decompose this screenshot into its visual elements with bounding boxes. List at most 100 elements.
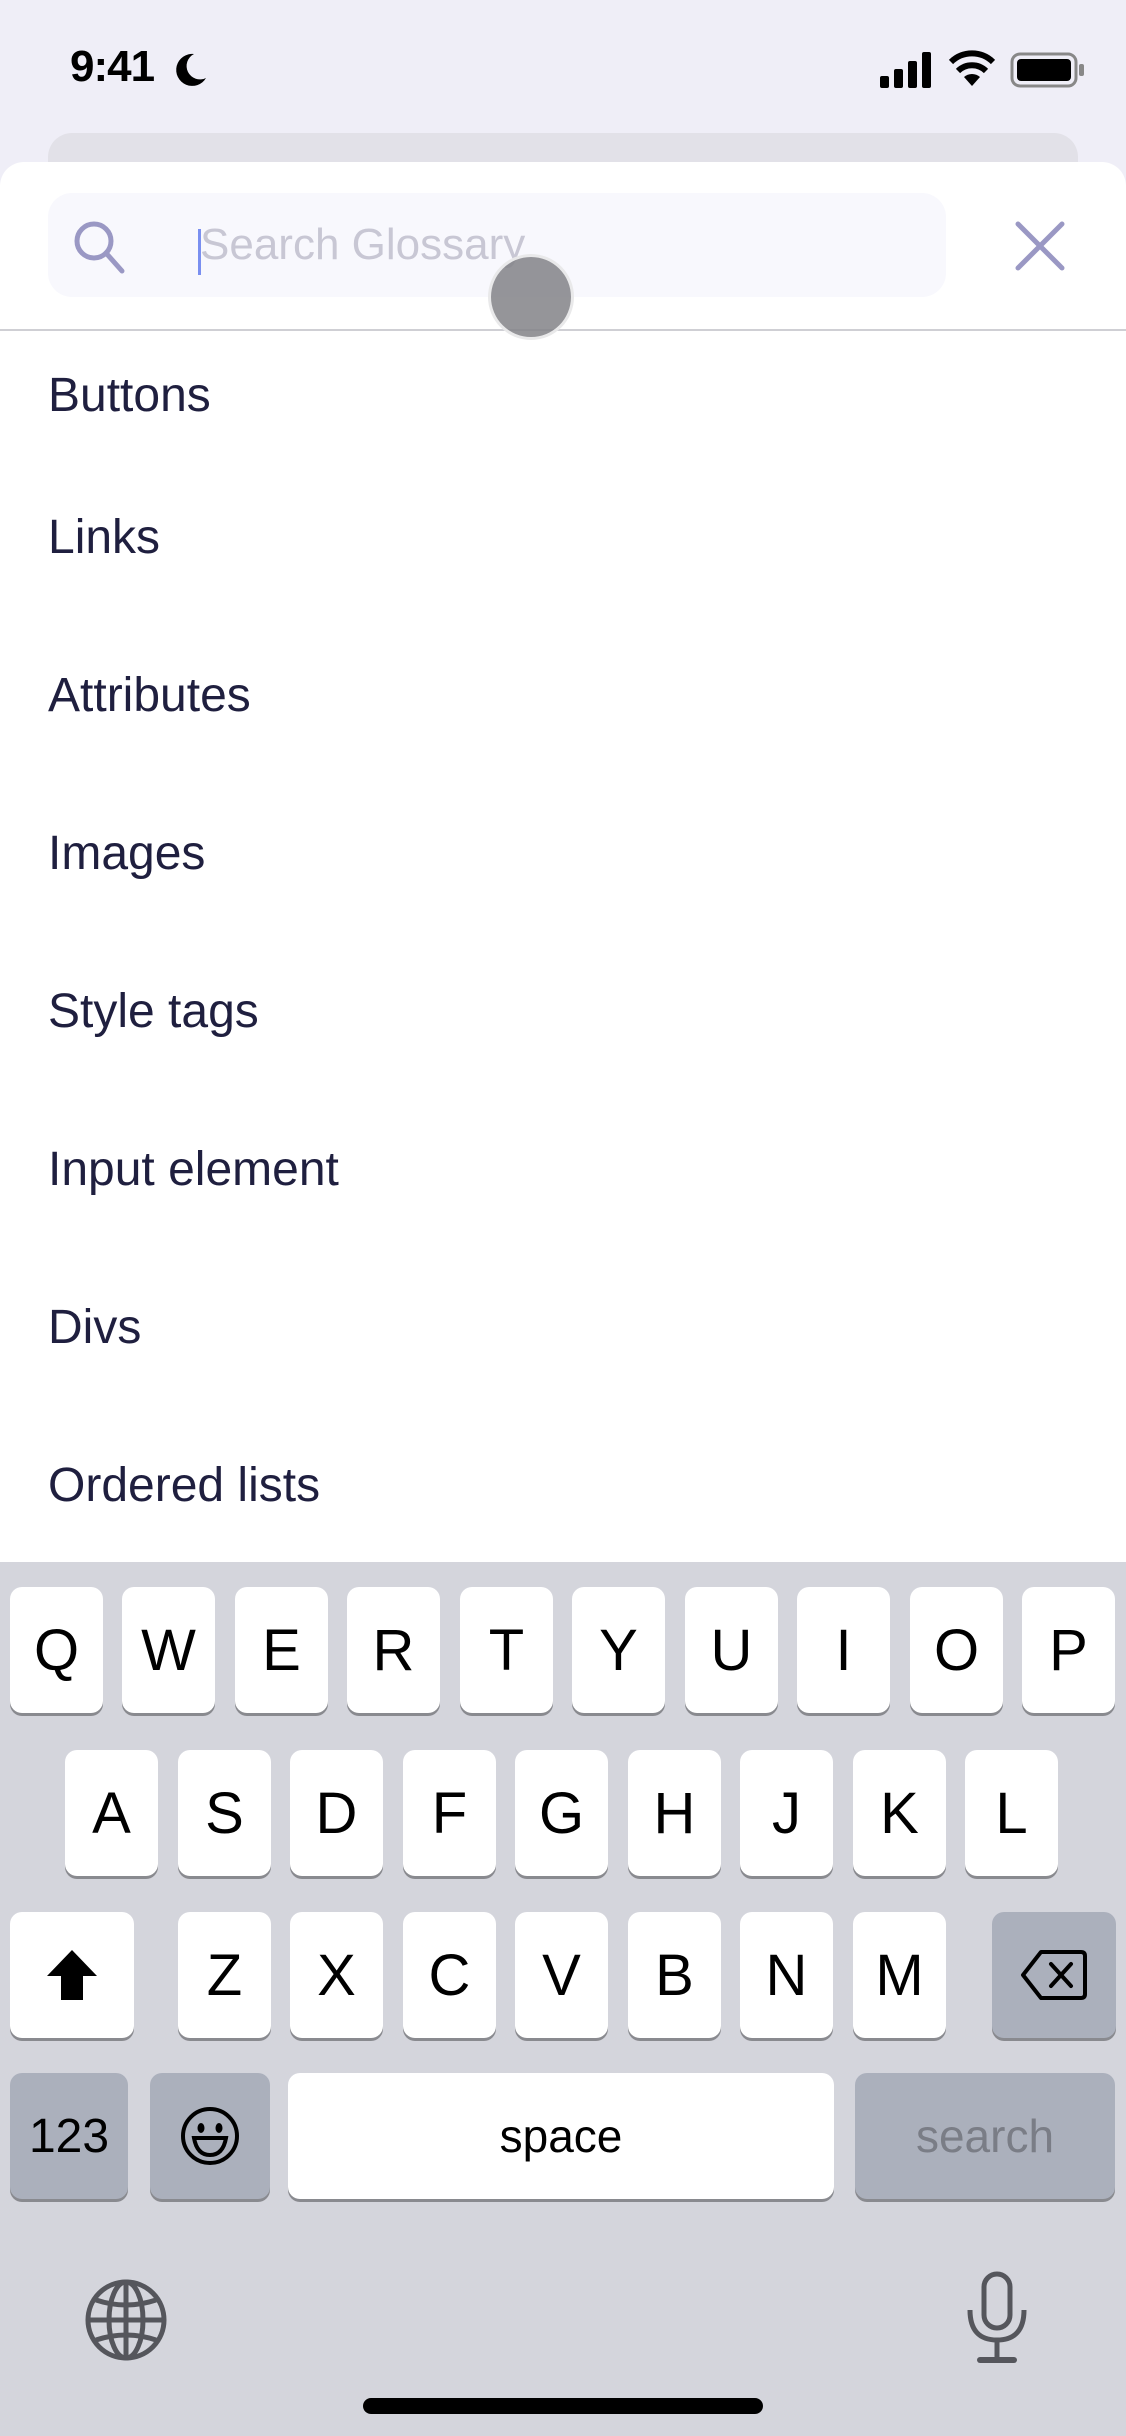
globe-icon[interactable] xyxy=(84,2278,168,2362)
key-p[interactable]: P xyxy=(1022,1587,1115,1713)
key-s[interactable]: S xyxy=(178,1750,271,1876)
list-item-label: Buttons xyxy=(48,368,211,422)
touch-indicator xyxy=(488,254,574,340)
key-i[interactable]: I xyxy=(797,1587,890,1713)
key-label: O xyxy=(933,1617,980,1683)
key-label: I xyxy=(835,1617,852,1683)
key-n[interactable]: N xyxy=(740,1912,833,2038)
key-label: N xyxy=(765,1942,808,2008)
key-label: E xyxy=(262,1617,301,1683)
keyboard-row-2: A S D F G H J K L xyxy=(0,1750,1126,1876)
search-icon xyxy=(74,221,125,274)
list-item-ordered-lists[interactable]: Ordered lists xyxy=(0,1406,1126,1562)
key-label: X xyxy=(317,1942,356,2008)
key-q[interactable]: Q xyxy=(10,1587,103,1713)
key-r[interactable]: R xyxy=(347,1587,440,1713)
key-label: J xyxy=(772,1780,801,1846)
status-time: 9:41 xyxy=(70,42,155,91)
delete-icon xyxy=(1021,1950,1087,2000)
key-k[interactable]: K xyxy=(853,1750,946,1876)
close-icon[interactable] xyxy=(1012,218,1068,274)
key-label: M xyxy=(875,1942,924,2008)
home-indicator[interactable] xyxy=(363,2398,763,2414)
numbers-key[interactable]: 123 xyxy=(10,2073,128,2199)
key-t[interactable]: T xyxy=(460,1587,553,1713)
key-label: B xyxy=(655,1942,694,2008)
key-label: Z xyxy=(206,1942,243,2008)
key-label: space xyxy=(499,2110,623,2162)
glossary-search-sheet: Buttons Links Attributes Images Style ta… xyxy=(0,162,1126,1562)
key-label: H xyxy=(653,1780,696,1846)
key-g[interactable]: G xyxy=(515,1750,608,1876)
key-label: R xyxy=(372,1617,415,1683)
list-item-label: Images xyxy=(48,826,206,880)
key-c[interactable]: C xyxy=(403,1912,496,2038)
list-item-style-tags[interactable]: Style tags xyxy=(0,932,1126,1090)
key-w[interactable]: W xyxy=(122,1587,215,1713)
list-item-label: Style tags xyxy=(48,984,259,1038)
key-v[interactable]: V xyxy=(515,1912,608,2038)
moon-icon xyxy=(176,53,206,86)
list-item-links[interactable]: Links xyxy=(0,458,1126,616)
cellular-signal-icon xyxy=(880,52,931,88)
keyboard: Q W E R T Y U I O P A S D F G H J K L Z … xyxy=(0,1562,1126,2436)
key-label: search xyxy=(915,2110,1055,2162)
key-label: K xyxy=(880,1780,919,1846)
shift-icon xyxy=(47,1950,97,2000)
key-o[interactable]: O xyxy=(910,1587,1003,1713)
key-label: Q xyxy=(33,1617,80,1683)
key-label: U xyxy=(710,1617,753,1683)
divider xyxy=(0,329,1126,331)
keyboard-row-3: Z X C V B N M xyxy=(0,1912,1126,2038)
delete-key[interactable] xyxy=(992,1912,1116,2038)
search-key[interactable]: search xyxy=(855,2073,1115,2199)
key-label: G xyxy=(538,1780,585,1846)
wifi-icon xyxy=(948,50,996,86)
space-key[interactable]: space xyxy=(288,2073,834,2199)
list-item-label: Ordered lists xyxy=(48,1458,321,1512)
list-item-label: Input element xyxy=(48,1142,339,1196)
key-d[interactable]: D xyxy=(290,1750,383,1876)
status-bar: 9:41 xyxy=(0,0,1126,130)
keyboard-row-4: 123 space search xyxy=(0,2073,1126,2199)
emoji-icon xyxy=(181,2107,239,2165)
key-m[interactable]: M xyxy=(853,1912,946,2038)
key-label: L xyxy=(995,1780,1028,1846)
list-item-input-element[interactable]: Input element xyxy=(0,1090,1126,1248)
key-label: P xyxy=(1049,1617,1088,1683)
shift-key[interactable] xyxy=(10,1912,134,2038)
key-j[interactable]: J xyxy=(740,1750,833,1876)
list-item-label: Links xyxy=(48,510,161,564)
key-z[interactable]: Z xyxy=(178,1912,271,2038)
key-a[interactable]: A xyxy=(65,1750,158,1876)
key-label: S xyxy=(205,1780,244,1846)
key-u[interactable]: U xyxy=(685,1587,778,1713)
key-f[interactable]: F xyxy=(403,1750,496,1876)
glossary-list: Buttons Links Attributes Images Style ta… xyxy=(0,332,1126,1562)
key-x[interactable]: X xyxy=(290,1912,383,2038)
microphone-icon[interactable] xyxy=(962,2270,1032,2366)
key-label: Y xyxy=(599,1617,638,1683)
key-label: V xyxy=(542,1942,581,2008)
key-e[interactable]: E xyxy=(235,1587,328,1713)
emoji-key[interactable] xyxy=(150,2073,270,2199)
list-item-buttons[interactable]: Buttons xyxy=(0,332,1126,458)
key-h[interactable]: H xyxy=(628,1750,721,1876)
list-item-divs[interactable]: Divs xyxy=(0,1248,1126,1406)
list-item-label: Divs xyxy=(48,1300,142,1354)
battery-icon xyxy=(1010,52,1084,88)
list-item-label: Attributes xyxy=(48,668,251,722)
key-b[interactable]: B xyxy=(628,1912,721,2038)
key-y[interactable]: Y xyxy=(572,1587,665,1713)
key-label: D xyxy=(315,1780,358,1846)
key-label: C xyxy=(428,1942,471,2008)
key-label: A xyxy=(92,1780,131,1846)
list-item-attributes[interactable]: Attributes xyxy=(0,616,1126,774)
key-label: W xyxy=(141,1617,196,1683)
key-label: 123 xyxy=(28,2109,110,2163)
key-label: F xyxy=(431,1780,468,1846)
key-label: T xyxy=(488,1617,525,1683)
key-l[interactable]: L xyxy=(965,1750,1058,1876)
keyboard-row-1: Q W E R T Y U I O P xyxy=(0,1587,1126,1713)
list-item-images[interactable]: Images xyxy=(0,774,1126,932)
